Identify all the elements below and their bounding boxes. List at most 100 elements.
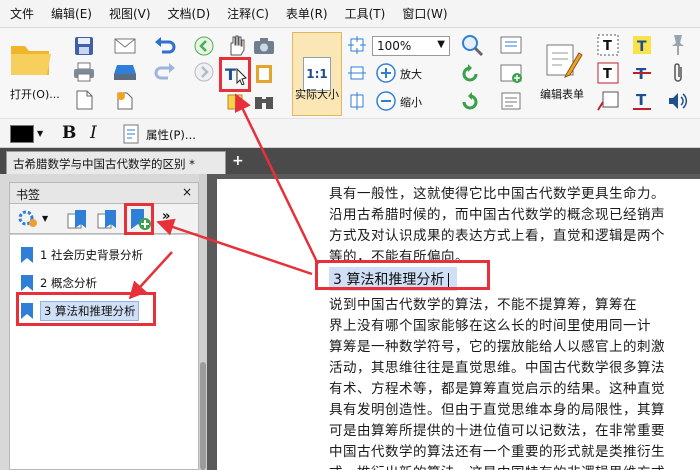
hand-tool-icon[interactable] (224, 32, 248, 58)
svg-text:T: T (603, 39, 612, 54)
form-list-icon[interactable] (496, 88, 526, 114)
panel-scrollbar-thumb[interactable] (200, 362, 206, 470)
document-line: 活动，其思维往往是直觉思维。中国古代数学很多算法 (329, 360, 665, 376)
menu-comment[interactable]: 注释(C) (227, 5, 269, 22)
chevron-down-icon[interactable]: ▼ (42, 214, 48, 223)
close-icon[interactable]: × (182, 185, 192, 199)
document-line: 中国古代数学的算法还有一个重要的形式就是类推衍生 (329, 444, 665, 460)
document-line: 沿用古希腊时候的，而中国古代数学的概念现已经销声 (329, 207, 665, 223)
bookmarks-toolbar: ▼ » (9, 204, 199, 234)
svg-text:T: T (637, 39, 647, 55)
document-tab-bar: 古希腊数学与中国古代数学的区别 * + (0, 148, 700, 174)
document-icon[interactable] (72, 88, 96, 112)
document-line: 式，推衍出新的算法，这是中国特有的非逻辑思维方式 (329, 461, 665, 470)
bookmark-item-label: 1 社会历史背景分析 (40, 248, 143, 262)
menu-document[interactable]: 文档(D) (168, 5, 211, 22)
zoom-in-label[interactable]: 放大 (400, 66, 422, 82)
new-document-icon[interactable] (112, 88, 138, 112)
new-tab-button[interactable]: + (232, 153, 244, 169)
binoculars-icon[interactable] (250, 90, 278, 114)
actual-size-button[interactable]: 1:1 (292, 32, 342, 116)
paperclip-icon[interactable] (664, 60, 692, 86)
bookmark-icon (21, 247, 33, 263)
color-swatch[interactable] (10, 125, 34, 143)
svg-text:T: T (603, 67, 612, 82)
chevron-down-icon[interactable]: ▼ (37, 129, 43, 138)
bookmark-item-label: 2 概念分析 (40, 276, 97, 290)
snapshot-camera-icon[interactable] (250, 34, 278, 58)
clipboard-icon[interactable] (250, 60, 278, 86)
underline-icon[interactable]: T (628, 88, 656, 114)
properties-icon[interactable] (122, 124, 142, 144)
highlight-box-select-tool (219, 57, 251, 92)
highlight-box-add-bookmark (124, 203, 154, 235)
menu-tools[interactable]: 工具(T) (345, 5, 386, 22)
menu-view[interactable]: 视图(V) (109, 5, 151, 22)
bold-button[interactable]: B (62, 123, 76, 143)
gear-icon[interactable] (16, 208, 40, 230)
edit-form-icon[interactable] (540, 36, 586, 82)
bookmark-icon (21, 275, 33, 291)
redo-icon[interactable] (152, 60, 178, 84)
document-line: 界上没有哪个国家能够在这么长的时间里使用同一计 (329, 318, 651, 334)
zoom-level-select[interactable]: 100% ▼ (372, 36, 450, 56)
rotate-right-icon[interactable] (458, 90, 482, 114)
document-line: 算筹是一种数学符号，它的摆放能给人以感官上的刺激 (329, 339, 665, 355)
zoom-in-icon[interactable] (374, 62, 398, 84)
bookmark-item-1[interactable]: 1 社会历史背景分析 (20, 243, 143, 267)
menu-file[interactable]: 文件 (10, 5, 34, 22)
more-tools-icon[interactable]: » (162, 209, 170, 224)
fit-page-icon[interactable] (346, 34, 368, 56)
open-folder-icon[interactable] (8, 36, 52, 80)
undo-icon[interactable] (152, 34, 178, 58)
expand-bookmark-icon[interactable] (66, 208, 90, 230)
italic-button[interactable]: I (90, 123, 97, 143)
document-line: 方式及对认识成果的表达方式上看，直觉和逻辑是两个 (329, 228, 665, 244)
previous-view-icon[interactable] (192, 34, 216, 58)
zoom-out-icon[interactable] (374, 90, 398, 112)
document-line: 具有一般性，这就使得它比中国古代数学更具生命力。 (329, 186, 665, 202)
form-field-icon[interactable] (496, 32, 526, 58)
text-field-icon[interactable]: T (594, 32, 622, 58)
document-tab[interactable]: 古希腊数学与中国古代数学的区别 * (6, 151, 226, 174)
strikeout-icon[interactable]: T (628, 60, 656, 86)
fit-width-icon[interactable] (346, 62, 368, 84)
save-icon[interactable] (72, 34, 96, 58)
actual-size-label: 实际大小 (295, 88, 339, 101)
svg-text:T: T (636, 91, 647, 109)
magnifier-icon[interactable] (458, 32, 488, 58)
bookmarks-title: 书签 (16, 188, 41, 202)
menu-form[interactable]: 表单(R) (286, 5, 328, 22)
menu-bar: 文件 编辑(E) 视图(V) 文档(D) 注释(C) 表单(R) 工具(T) 窗… (0, 0, 700, 28)
zoom-level-value: 100% (377, 39, 412, 53)
open-label[interactable]: 打开(O)... (10, 86, 60, 102)
text-note-icon[interactable] (222, 90, 248, 114)
email-icon[interactable] (112, 34, 138, 58)
print-icon[interactable] (72, 60, 96, 84)
document-view: 具有一般性，这就使得它比中国古代数学更具生命力。 沿用古希腊时候的，而中国古代数… (207, 174, 700, 470)
highlight-box-bookmark-item (16, 292, 156, 326)
typewriter-icon[interactable]: T (594, 60, 622, 86)
menu-window[interactable]: 窗口(W) (402, 5, 447, 22)
rotate-left-icon[interactable] (458, 62, 482, 86)
document-line: 具有发明创造性。但由于直觉思维本身的局限性，其算 (329, 402, 665, 418)
collapse-bookmark-icon[interactable] (96, 208, 120, 230)
highlight-icon[interactable]: T (628, 32, 656, 58)
callout-icon[interactable] (594, 88, 622, 114)
fit-visible-icon[interactable] (346, 90, 368, 112)
format-toolbar: ▼ B I 属性(P)... (0, 118, 700, 148)
sound-icon[interactable] (664, 88, 692, 114)
document-page[interactable]: 具有一般性，这就使得它比中国古代数学更具生命力。 沿用古希腊时候的，而中国古代数… (217, 179, 700, 470)
properties-button[interactable]: 属性(P)... (146, 127, 196, 143)
document-line: 说到中国古代数学的算法，不能不提算筹，算筹在 (329, 297, 637, 313)
zoom-out-label[interactable]: 缩小 (400, 94, 422, 110)
menu-edit[interactable]: 编辑(E) (51, 5, 92, 22)
document-line: 有术、方程术等，都是算筹直觉启示的结果。这种直觉 (329, 381, 665, 397)
pin-icon[interactable] (664, 32, 692, 58)
bookmark-list: 1 社会历史背景分析 2 概念分析 3 算法和推理分析 (9, 234, 199, 470)
add-form-icon[interactable] (496, 60, 526, 86)
edit-form-label[interactable]: 编辑表单 (540, 86, 584, 102)
scanner-icon[interactable] (112, 60, 138, 84)
next-view-icon[interactable] (192, 60, 216, 84)
bookmarks-header: 书签 × (9, 182, 199, 204)
